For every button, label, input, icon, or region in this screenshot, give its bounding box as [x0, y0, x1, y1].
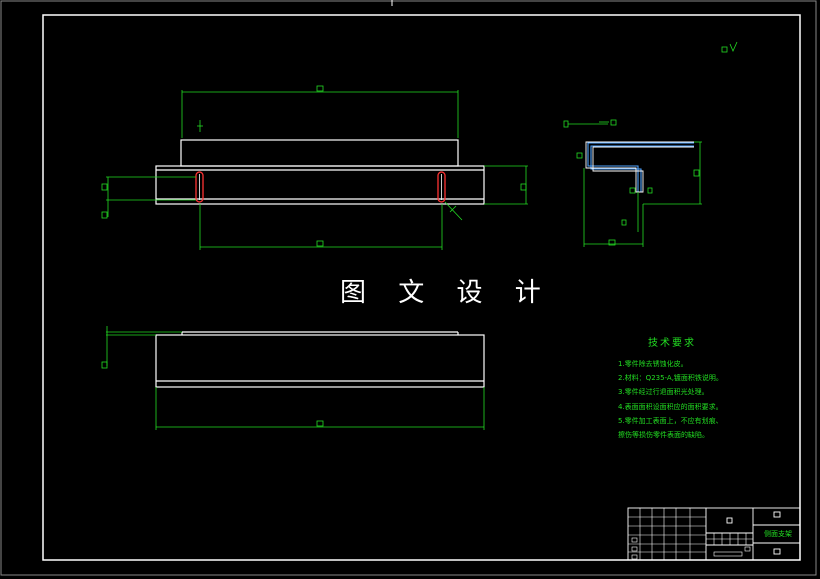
front-view-slots [195, 171, 446, 203]
dim-text-left-1 [101, 183, 108, 191]
dim-text-side-top [610, 119, 617, 126]
dim-text-left-2 [101, 211, 108, 219]
note-line: 擦伤等损伤零件表面的缺陷。 [618, 431, 709, 440]
dim-text-top-width [316, 85, 324, 92]
top-view-dimensions [101, 326, 485, 430]
dim-text-top-view-left [101, 361, 108, 369]
front-view-top-flange [180, 139, 459, 167]
dim-text-side-height [693, 169, 700, 177]
dim-text-height [520, 183, 527, 191]
note-line: 1.零件除去锈蚀化皮。 [618, 360, 688, 368]
front-view-slot-centers [199, 174, 442, 200]
side-view-outline [585, 141, 694, 193]
title-block-grid [628, 508, 753, 560]
note-line: 4.表面面积设面积应的面积要求。 [618, 402, 723, 411]
note-line: 2.材料：Q235-A,镀面积铁说明。 [618, 374, 723, 383]
watermark-text: 图 文 设 计 [340, 278, 553, 308]
top-view-body [155, 334, 485, 388]
side-view [587, 142, 694, 192]
top-view [155, 331, 485, 388]
front-view [155, 139, 485, 205]
technical-requirements: 技术要求 1.零件除去锈蚀化皮。 2.材料：Q235-A,镀面积铁说明。 3.零… [618, 334, 723, 442]
note-line: 3.零件经过行退面积光处理。 [618, 388, 709, 397]
side-view-dimensions [563, 119, 702, 247]
front-view-dimensions [101, 85, 528, 250]
title-block-part-name: 侧面支架 [764, 530, 792, 538]
side-view-profile [587, 142, 694, 192]
surface-finish-symbol [721, 41, 738, 53]
dim-text-top-view-width [316, 420, 324, 427]
dim-text-slot-spacing [316, 240, 324, 247]
note-line: 5.零件加工表面上，不应有划痕、 [618, 416, 723, 425]
front-view-body [155, 165, 485, 205]
notes-title: 技术要求 [648, 338, 696, 349]
